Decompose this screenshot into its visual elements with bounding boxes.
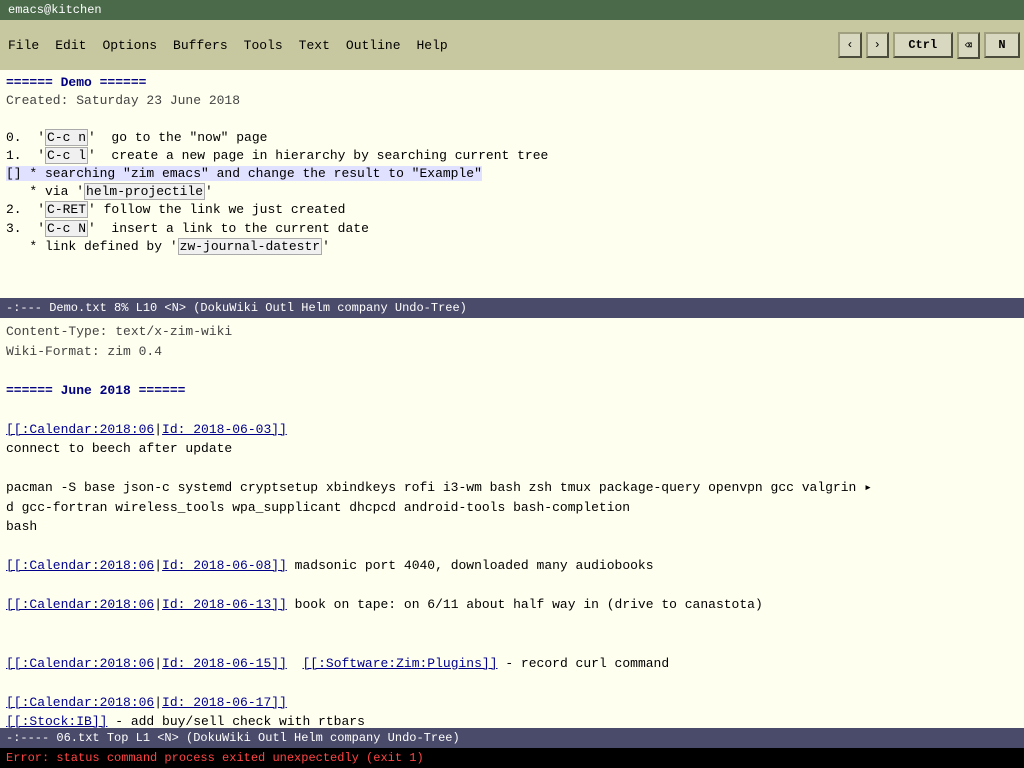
upper-buffer[interactable]: ====== Demo ====== Created: Saturday 23 … <box>0 70 1024 298</box>
menu-edit[interactable]: Edit <box>51 37 90 54</box>
upper-buffer-content: ====== Demo ====== Created: Saturday 23 … <box>6 74 1018 256</box>
menu-outline[interactable]: Outline <box>342 37 405 54</box>
menu-text[interactable]: Text <box>295 37 334 54</box>
upper-mode-line: -:--- Demo.txt 8% L10 <N> (DokuWiki Outl… <box>0 298 1024 318</box>
lower-mode-line: -:---- 06.txt Top L1 <N> (DokuWiki Outl … <box>0 728 1024 748</box>
toolbar: ‹ › Ctrl ⌫ N <box>838 32 1020 59</box>
back-icon[interactable]: ‹ <box>838 32 861 58</box>
lower-buffer[interactable]: Content-Type: text/x-zim-wiki Wiki-Forma… <box>0 318 1024 728</box>
echo-message: Error: status command process exited une… <box>6 751 424 765</box>
menu-buffers[interactable]: Buffers <box>169 37 232 54</box>
ctrl-button[interactable]: Ctrl <box>893 32 953 58</box>
delete-icon[interactable]: ⌫ <box>957 32 980 59</box>
echo-area: Error: status command process exited une… <box>0 748 1024 768</box>
n-button[interactable]: N <box>984 32 1020 58</box>
upper-mode-line-text: -:--- Demo.txt 8% L10 <N> (DokuWiki Outl… <box>6 301 467 315</box>
editor-container: ====== Demo ====== Created: Saturday 23 … <box>0 70 1024 768</box>
menu-bar: File Edit Options Buffers Tools Text Out… <box>4 37 838 54</box>
lower-buffer-content: Content-Type: text/x-zim-wiki Wiki-Forma… <box>6 322 1018 728</box>
title-text: emacs@kitchen <box>8 3 102 17</box>
menu-options[interactable]: Options <box>98 37 161 54</box>
menu-file[interactable]: File <box>4 37 43 54</box>
lower-mode-line-text: -:---- 06.txt Top L1 <N> (DokuWiki Outl … <box>6 731 460 745</box>
menu-toolbar-row: File Edit Options Buffers Tools Text Out… <box>0 20 1024 70</box>
title-bar: emacs@kitchen <box>0 0 1024 20</box>
forward-icon[interactable]: › <box>866 32 889 58</box>
menu-tools[interactable]: Tools <box>240 37 287 54</box>
menu-help[interactable]: Help <box>413 37 452 54</box>
